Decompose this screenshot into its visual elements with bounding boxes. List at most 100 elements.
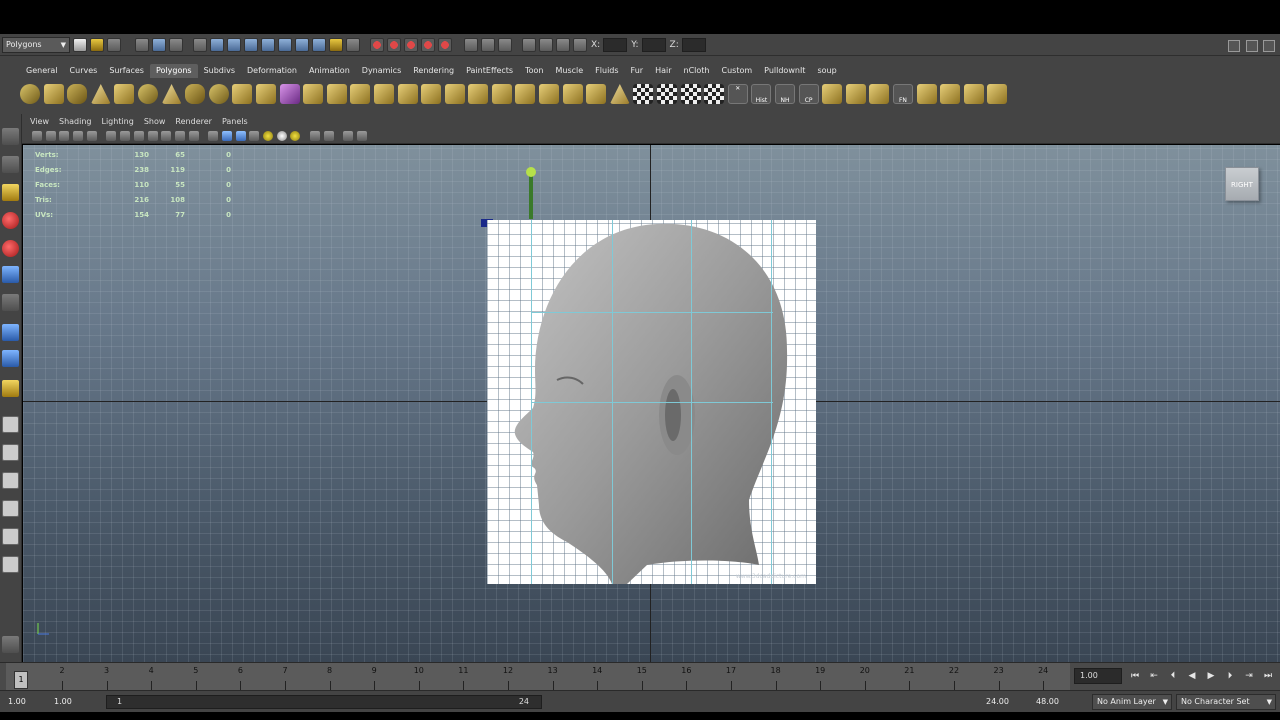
shelf-tab-muscle[interactable]: Muscle <box>549 64 589 78</box>
wireframe-icon[interactable] <box>208 130 219 141</box>
shelf-tool-c-icon[interactable] <box>869 84 890 104</box>
range-bar[interactable]: 1 24 <box>106 695 542 709</box>
rotate-tool-icon[interactable] <box>2 240 19 257</box>
menu-panels[interactable]: Panels <box>222 117 248 126</box>
select-joints-icon[interactable] <box>210 37 224 52</box>
poly-soccer-ball-icon[interactable] <box>232 84 253 104</box>
shelf-tab-toon[interactable]: Toon <box>519 64 549 78</box>
snap-to-point-icon[interactable] <box>404 37 418 52</box>
select-handles-icon[interactable] <box>193 37 207 52</box>
time-ruler[interactable]: 1 2 3 4 5 6 7 8 9 10 11 12 13 14 15 16 17 18 19 20 21 22 23 24 <box>6 663 1070 691</box>
shelf-tab-custom[interactable]: Custom <box>716 64 759 78</box>
layout-two-pane-icon[interactable] <box>2 472 19 489</box>
shelf-tab-painteffects[interactable]: PaintEffects <box>460 64 519 78</box>
split-polygon-icon[interactable] <box>562 84 583 104</box>
insert-edge-loop-icon[interactable] <box>586 84 607 104</box>
layout-four-pane-icon[interactable] <box>2 444 19 461</box>
mirror-geometry-icon[interactable] <box>444 84 465 104</box>
high-quality-icon[interactable] <box>310 130 321 141</box>
view-cube-right[interactable]: RIGHT <box>1225 167 1259 201</box>
checker-a-icon[interactable] <box>633 84 654 104</box>
snap-to-grid-icon[interactable] <box>370 37 384 52</box>
hist-icon[interactable]: Hist <box>751 84 772 104</box>
open-scene-icon[interactable] <box>90 37 104 52</box>
shelf-tab-ncloth[interactable]: nCloth <box>678 64 716 78</box>
poly-torus-icon[interactable] <box>137 84 158 104</box>
step-back-key-icon[interactable]: ⇤ <box>1147 668 1161 684</box>
fill-hole-icon[interactable] <box>539 84 560 104</box>
script-editor-icon[interactable] <box>2 636 19 653</box>
smooth-shade-icon[interactable] <box>221 130 232 141</box>
booleans-icon[interactable] <box>373 84 394 104</box>
average-vertices-icon[interactable] <box>421 84 442 104</box>
step-forward-frame-icon[interactable]: ⏵ <box>1223 668 1237 684</box>
select-camera-icon[interactable] <box>32 130 42 141</box>
checker-b-icon[interactable] <box>657 84 678 104</box>
render-settings-icon[interactable] <box>573 37 587 52</box>
poly-pipe-icon[interactable] <box>185 84 206 104</box>
shelf-tab-rendering[interactable]: Rendering <box>407 64 460 78</box>
soft-modification-icon[interactable] <box>2 324 19 341</box>
xray-icon[interactable] <box>323 130 334 141</box>
shelf-tab-surfaces[interactable]: Surfaces <box>103 64 150 78</box>
x-icon[interactable]: ✕ <box>727 84 748 104</box>
coord-y-field[interactable] <box>641 37 666 52</box>
play-forwards-icon[interactable]: ▶ <box>1204 668 1218 684</box>
shelf-tab-hair[interactable]: Hair <box>649 64 677 78</box>
render-view-icon[interactable] <box>522 37 536 52</box>
shelf-tab-fluids[interactable]: Fluids <box>589 64 624 78</box>
safe-title-icon[interactable] <box>188 130 199 141</box>
make-live-icon[interactable] <box>438 37 452 52</box>
reference-image-plane[interactable]: www.3dcadpicture.com <box>487 220 816 584</box>
shelf-tab-subdivs[interactable]: Subdivs <box>198 64 241 78</box>
viewport-right[interactable]: Verts: 130 65 0 Edges: 238 119 0 Faces: … <box>23 145 1280 662</box>
shelf-tool-a-icon[interactable] <box>822 84 843 104</box>
anim-layer-dropdown[interactable]: No Anim Layer ▼ <box>1092 694 1172 710</box>
poly-cube-icon[interactable] <box>43 84 64 104</box>
step-back-frame-icon[interactable]: ⏴ <box>1166 668 1180 684</box>
character-set-dropdown[interactable]: No Character Set ▼ <box>1176 694 1276 710</box>
ipr-render-icon[interactable] <box>556 37 570 52</box>
shelf-tab-general[interactable]: General <box>20 64 64 78</box>
toggle-tool-settings-icon[interactable] <box>1246 40 1258 52</box>
select-curves-icon[interactable] <box>227 37 241 52</box>
output-ops-icon[interactable] <box>481 37 495 52</box>
poly-helix-icon[interactable] <box>208 84 229 104</box>
layout-graph-persp-icon[interactable] <box>2 528 19 545</box>
poly-platonic-icon[interactable] <box>255 84 276 104</box>
lock-selection-icon[interactable] <box>329 37 343 52</box>
xray-joints-icon[interactable] <box>357 130 368 141</box>
checker-d-icon[interactable] <box>704 84 725 104</box>
checker-c-icon[interactable] <box>680 84 701 104</box>
shelf-tab-fur[interactable]: Fur <box>625 64 650 78</box>
offset-edge-loop-icon[interactable] <box>609 84 630 104</box>
fn-icon[interactable]: FN <box>892 84 913 104</box>
camera-attributes-icon[interactable] <box>45 130 56 141</box>
safe-action-icon[interactable] <box>174 130 185 141</box>
new-scene-icon[interactable] <box>73 37 87 52</box>
select-surfaces-icon[interactable] <box>244 37 258 52</box>
go-to-start-icon[interactable]: ⏮ <box>1128 668 1142 684</box>
2d-pan-zoom-icon[interactable] <box>86 130 97 141</box>
shelf-tab-polygons[interactable]: Polygons <box>149 64 198 78</box>
use-all-lights-icon[interactable] <box>276 130 287 141</box>
gate-mask-icon[interactable] <box>147 130 158 141</box>
select-by-component-icon[interactable] <box>169 37 183 52</box>
poly-cube-purple-icon[interactable] <box>279 84 300 104</box>
cp-icon[interactable]: CP <box>798 84 819 104</box>
film-gate-icon[interactable] <box>120 130 131 141</box>
combine-icon[interactable] <box>303 84 324 104</box>
save-scene-icon[interactable] <box>107 37 121 52</box>
isolate-select-icon[interactable] <box>343 130 354 141</box>
coord-x-field[interactable] <box>603 37 628 52</box>
select-by-hierarchy-icon[interactable] <box>135 37 149 52</box>
layout-hypershade-icon[interactable] <box>2 556 19 573</box>
select-misc-icon[interactable] <box>312 37 326 52</box>
shelf-tab-pulldownit[interactable]: PulldownIt <box>758 64 811 78</box>
menu-renderer[interactable]: Renderer <box>175 117 212 126</box>
animation-start-field[interactable]: 1.00 <box>4 694 44 710</box>
poly-plane-icon[interactable] <box>114 84 135 104</box>
poly-cone-icon[interactable] <box>90 84 111 104</box>
go-to-end-icon[interactable]: ⏭ <box>1261 668 1275 684</box>
select-dynamics-icon[interactable] <box>278 37 292 52</box>
